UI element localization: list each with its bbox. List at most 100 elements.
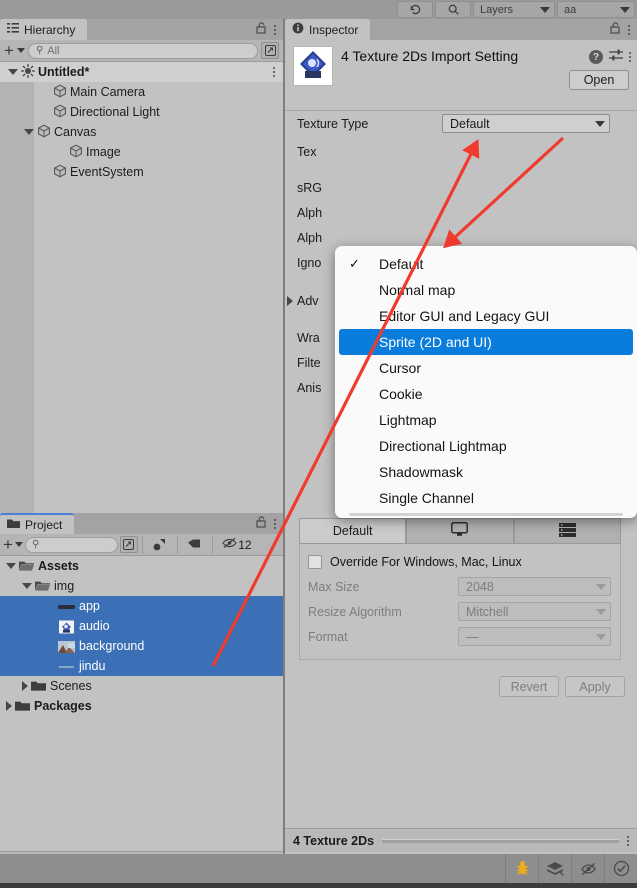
kebab-menu-icon[interactable]	[274, 24, 276, 35]
filter-by-label-icon[interactable]	[182, 535, 208, 554]
tab-hierarchy[interactable]: Hierarchy	[0, 19, 88, 40]
texture-type-row: Texture Type Default	[285, 111, 637, 136]
chevron-down-icon[interactable]	[14, 542, 23, 547]
inspector-truncated-label-text: Anis	[297, 381, 322, 395]
add-gameobject-button[interactable]: +	[4, 42, 14, 59]
no-preview-icon[interactable]	[571, 854, 604, 883]
override-checkbox[interactable]	[308, 555, 322, 569]
hierarchy-row-eventsystem[interactable]: EventSystem	[0, 162, 283, 182]
expand-arrow-icon[interactable]	[6, 563, 16, 569]
kebab-menu-icon[interactable]	[629, 52, 631, 62]
main-toolbar: Layers aa	[0, 0, 637, 19]
window-bottom-edge	[0, 883, 637, 888]
dropdown-item-lightmap[interactable]: Lightmap	[335, 407, 637, 433]
project-row-audio[interactable]: audio	[0, 616, 283, 636]
dropdown-item-cursor[interactable]: Cursor	[335, 355, 637, 381]
project-row-background[interactable]: background	[0, 636, 283, 656]
hierarchy-row-canvas[interactable]: Canvas	[0, 122, 283, 142]
inspector-truncated-label-text: Igno	[297, 256, 322, 270]
expand-arrow-icon[interactable]	[6, 701, 12, 711]
detach-window-icon[interactable]	[261, 42, 279, 59]
lock-open-icon[interactable]	[610, 22, 621, 37]
project-row-scenes[interactable]: Scenes	[0, 676, 283, 696]
project-search-input[interactable]: ⚲	[24, 536, 118, 553]
revert-button[interactable]: Revert	[499, 676, 559, 697]
expand-arrow-icon[interactable]	[287, 296, 293, 306]
bug-warning-icon[interactable]	[505, 854, 538, 883]
dropdown-item-default[interactable]: ✓ Default	[335, 251, 637, 277]
project-row-img[interactable]: img	[0, 576, 283, 596]
dropdown-item-label: Single Channel	[379, 490, 474, 506]
preset-sliders-icon[interactable]	[609, 49, 623, 65]
apply-button[interactable]: Apply	[565, 676, 625, 697]
project-row-app[interactable]: app	[0, 596, 283, 616]
platform-tabs: Default	[299, 518, 621, 544]
expand-arrow-icon[interactable]	[8, 69, 18, 75]
expand-arrow-icon[interactable]	[24, 129, 34, 135]
project-row-assets[interactable]: Assets	[0, 556, 283, 576]
hierarchy-row-untitled[interactable]: Untitled*	[0, 62, 283, 82]
chevron-down-icon[interactable]	[16, 48, 25, 53]
project-row-label: Assets	[38, 559, 79, 573]
tab-platform-standalone[interactable]	[406, 518, 514, 544]
inspector-truncated-label: Anis	[297, 381, 321, 395]
open-button[interactable]: Open	[569, 70, 629, 90]
create-asset-button[interactable]: +	[3, 536, 13, 553]
layers-stack-icon[interactable]	[538, 854, 571, 883]
tab-hierarchy-label: Hierarchy	[24, 22, 76, 37]
tab-inspector[interactable]: Inspector	[285, 19, 371, 40]
dropdown-scrollbar[interactable]	[349, 513, 623, 516]
project-row-packages[interactable]: Packages	[0, 696, 283, 716]
folder-icon	[31, 680, 46, 692]
expand-arrow-icon[interactable]	[22, 583, 32, 589]
help-icon[interactable]: ?	[589, 50, 603, 64]
hierarchy-row-image[interactable]: Image	[0, 142, 283, 162]
project-row-jindu[interactable]: jindu	[0, 656, 283, 676]
dropdown-item-cookie[interactable]: Cookie	[335, 381, 637, 407]
dropdown-item-label: Lightmap	[379, 412, 437, 428]
dropdown-item-label: Directional Lightmap	[379, 438, 507, 454]
kebab-menu-icon[interactable]	[274, 518, 276, 529]
texture-type-dropdown[interactable]: Default	[442, 114, 610, 133]
hierarchy-row-directional-light[interactable]: Directional Light	[0, 102, 283, 122]
tab-platform-default[interactable]: Default	[299, 518, 407, 544]
gameobject-cube-icon	[69, 144, 83, 161]
dropdown-item-single-channel[interactable]: Single Channel	[335, 485, 637, 511]
layout-dropdown[interactable]: aa	[557, 1, 635, 18]
setting-row-max-size: Max Size 2048	[300, 574, 620, 599]
search-icon[interactable]	[435, 1, 471, 18]
hidden-assets-toggle[interactable]: 12	[217, 535, 257, 554]
undo-history-icon[interactable]	[397, 1, 433, 18]
lock-open-icon[interactable]	[256, 516, 267, 531]
inspector-header-actions: ?	[589, 49, 631, 65]
kebab-menu-icon[interactable]	[273, 67, 275, 77]
dropdown-item-normal-map[interactable]: Normal map	[335, 277, 637, 303]
dropdown-item-directional-lightmap[interactable]: Directional Lightmap	[335, 433, 637, 459]
chevron-down-icon	[620, 6, 630, 13]
kebab-menu-icon[interactable]	[628, 24, 630, 35]
detach-window-icon[interactable]	[119, 536, 138, 553]
hierarchy-row-main-camera[interactable]: Main Camera	[0, 82, 283, 102]
inspector-panel: Inspector 4 Texture 2Ds Import Setting ?…	[285, 19, 637, 854]
dropdown-item-editor-gui-and-legacy-gui[interactable]: Editor GUI and Legacy GUI	[335, 303, 637, 329]
lock-open-icon[interactable]	[256, 22, 267, 37]
kebab-menu-icon[interactable]	[627, 835, 629, 846]
chevron-down-icon	[596, 608, 606, 615]
check-circle-icon[interactable]	[604, 854, 637, 883]
inspector-truncated-label-text: Tex	[297, 145, 317, 159]
tab-project[interactable]: Project	[0, 513, 75, 534]
layers-dropdown[interactable]: Layers	[473, 1, 555, 18]
project-tabstrip-actions	[256, 513, 283, 534]
setting-value: —	[466, 629, 479, 644]
filter-by-type-icon[interactable]	[147, 535, 173, 554]
dropdown-item-shadowmask[interactable]: Shadowmask	[335, 459, 637, 485]
setting-row-format: Format —	[300, 624, 620, 649]
texture-type-value: Default	[450, 116, 490, 131]
tab-platform-server[interactable]	[513, 518, 621, 544]
override-row[interactable]: Override For Windows, Mac, Linux	[300, 550, 620, 574]
hierarchy-search-input[interactable]: ⚲ All	[27, 42, 258, 59]
dropdown-item-sprite-2d-and-ui[interactable]: Sprite (2D and UI)	[339, 329, 633, 355]
expand-arrow-icon[interactable]	[22, 681, 28, 691]
texture-type-label: Texture Type	[297, 116, 369, 131]
dropdown-item-label: Sprite (2D and UI)	[379, 334, 492, 350]
